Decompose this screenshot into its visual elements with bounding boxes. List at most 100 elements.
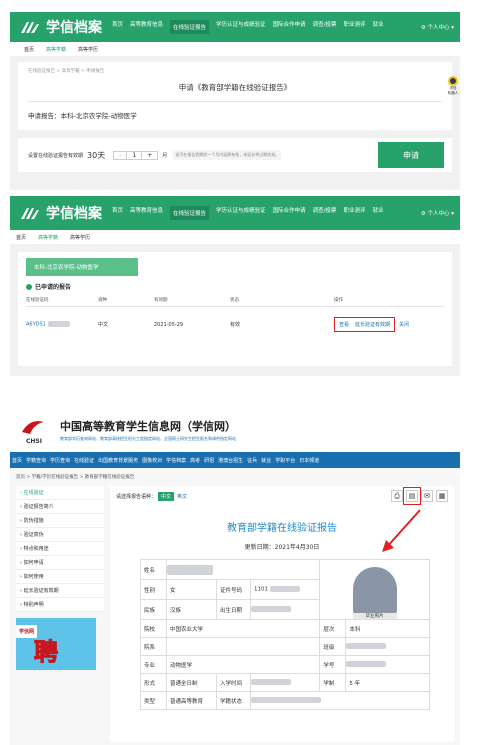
nav-item-1[interactable]: 高等教育信息 xyxy=(130,20,163,34)
stepper-minus-button[interactable]: - xyxy=(114,151,128,159)
type-label: 类型 xyxy=(140,691,167,710)
chsi-nav-item-4[interactable]: 出国教育背景服务 xyxy=(98,457,138,464)
class-value xyxy=(345,637,430,656)
form-label: 形式 xyxy=(140,673,167,692)
nav-item-0[interactable]: 首页 xyxy=(112,206,123,220)
redacted-text xyxy=(47,321,70,328)
tab-degree[interactable]: 高等学历 xyxy=(78,46,98,53)
user-menu[interactable]: ⚙ 个人中心 ▾ xyxy=(421,209,460,217)
sidebar-item-8[interactable]: › 特别声明 xyxy=(16,598,104,612)
main-nav: 首页 高等教育信息 在线验证报告 学历认证与成绩验证 国际合作申请 调查/投票 职业测评 就业 xyxy=(112,20,383,34)
tab-home[interactable]: 首页 xyxy=(16,234,26,241)
chsi-nav-item-10[interactable]: 征兵 xyxy=(247,457,257,464)
tab-sub-home[interactable]: 首页 xyxy=(24,46,34,53)
chsi-nav-item-7[interactable]: 高考 xyxy=(190,457,200,464)
table-row: A6YDS1 中文 2021-05-29 有效 查看 延长验证有效期 关闭 xyxy=(26,317,444,332)
nav-item-2[interactable]: 在线验证报告 xyxy=(170,20,210,34)
apply-button[interactable]: 申请 xyxy=(378,142,444,168)
save-icon[interactable]: ▤ xyxy=(403,487,421,505)
sidebar-item-7[interactable]: › 延长验证有效期 xyxy=(16,584,104,598)
report-tools: ⎙ ▤ ✉ ▦ xyxy=(391,487,448,505)
nav-item-5[interactable]: 调查/投票 xyxy=(313,20,337,34)
xuexin-logo[interactable]: 学信档案 xyxy=(20,203,102,223)
chsi-nav-item-12[interactable]: 学职平台 xyxy=(275,457,295,464)
xuexin-logo-icon xyxy=(21,208,39,219)
sidebar-item-label: 验证真伪 xyxy=(23,532,44,538)
report-label: 申请报告：本科-北京农学院-动物医学 xyxy=(28,101,442,120)
sidebar-item-6[interactable]: › 如何使用 xyxy=(16,570,104,584)
ad-text: 聘 xyxy=(34,638,59,667)
nav-item-7[interactable]: 就业 xyxy=(372,20,383,34)
gender-value: 女 xyxy=(166,579,217,600)
close-link[interactable]: 关闭 xyxy=(399,321,409,328)
sidebar-item-4[interactable]: › 特点和用途 xyxy=(16,542,104,556)
stepper-plus-button[interactable]: + xyxy=(141,151,157,159)
extend-validity-link[interactable]: 延长验证有效期 xyxy=(355,321,390,328)
breadcrumb: 在线验证报告 > 高等学籍 > 申请报告 xyxy=(28,69,105,74)
birth-value xyxy=(249,599,321,620)
chsi-nav-item-2[interactable]: 学历查询 xyxy=(50,457,70,464)
nav-item-4[interactable]: 国际合作申请 xyxy=(273,206,306,220)
validity-value: 30天 xyxy=(87,150,106,160)
sidebar-item-5[interactable]: › 如何申请 xyxy=(16,556,104,570)
view-link[interactable]: 查看 xyxy=(339,321,349,328)
verify-code-link[interactable]: A6YDS1 xyxy=(26,321,98,328)
sidebar-item-3[interactable]: › 验证真伪 xyxy=(16,528,104,542)
top-nav: 学信档案 首页 高等教育信息 在线验证报告 学历认证与成绩验证 国际合作申请 调查/投票职… xyxy=(10,12,460,42)
robot-icon xyxy=(448,76,458,86)
lang-english-button[interactable]: 英文 xyxy=(174,492,190,501)
chsi-nav-item-8[interactable]: 研招 xyxy=(204,457,214,464)
nav-item-4[interactable]: 国际合作申请 xyxy=(273,20,306,34)
chsi-nav-item-0[interactable]: 首页 xyxy=(12,457,22,464)
sidebar-item-1[interactable]: › 验证报告简介 xyxy=(16,500,104,514)
tab-degree[interactable]: 高等学历 xyxy=(70,234,90,241)
mail-icon[interactable]: ✉ xyxy=(421,490,433,502)
chsi-nav-item-6[interactable]: 学信档案 xyxy=(166,457,186,464)
photo-cell: 毕业照片 xyxy=(319,559,430,620)
nav-item-6[interactable]: 职业测评 xyxy=(343,20,365,34)
sidebar-item-2[interactable]: › 防伪措施 xyxy=(16,514,104,528)
month-stepper[interactable]: - 1 + xyxy=(113,150,159,160)
section-title-text: 已申请的报告 xyxy=(35,284,72,291)
xuexin-logo[interactable]: 学信档案 xyxy=(20,17,102,37)
nav-item-1[interactable]: 高等教育信息 xyxy=(130,206,163,220)
stepper-value[interactable]: 1 xyxy=(127,152,141,159)
chsi-nav-item-9[interactable]: 港澳台招生 xyxy=(218,457,243,464)
chsi-nav-item-1[interactable]: 学籍查询 xyxy=(26,457,46,464)
chsi-nav-item-13[interactable]: 日本频道 xyxy=(299,457,319,464)
page-title: 申请《教育部学籍在线验证报告》 xyxy=(178,83,292,92)
sub-nav: 首页 高等学籍 高等学历 xyxy=(10,42,460,56)
nav-item-2[interactable]: 在线验证报告 xyxy=(170,206,210,220)
nav-item-0[interactable]: 首页 xyxy=(112,20,123,34)
table-header: 在线验证码 语种 有效期 状态 操作 xyxy=(26,297,444,307)
robot-label: 学信 机器人 xyxy=(447,86,459,95)
student-info-table: 姓名 毕业照片 性别 女 证件号码 1101 民族 汉族 出生日期 院校 中国农… xyxy=(140,559,430,710)
status-value xyxy=(250,691,430,710)
validity-hint: 该可在报告到期前一个月内延期有效，未延长将过期失效。 xyxy=(173,150,282,160)
nav-item-3[interactable]: 学历认证与成绩验证 xyxy=(216,206,266,220)
report-page: 首页 > 学籍/学历在线验证报告 > 教育部学籍在线验证报告 › 在线验证 › 验… xyxy=(10,468,460,745)
form-value: 普通全日制 xyxy=(166,673,217,692)
tab-enrollment[interactable]: 高等学籍 xyxy=(38,234,58,241)
verify-code[interactable]: A6YDS1 xyxy=(26,322,46,328)
print-icon[interactable]: ⎙ xyxy=(391,490,403,502)
nav-item-7[interactable]: 就业 xyxy=(372,206,383,220)
nav-item-3[interactable]: 学历认证与成绩验证 xyxy=(216,20,266,34)
major-value: 动物医学 xyxy=(165,655,321,674)
lang-chinese-button[interactable]: 中文 xyxy=(158,492,175,501)
chsi-nav-item-3[interactable]: 在线验证 xyxy=(74,457,94,464)
sidebar-item-0[interactable]: › 在线验证 xyxy=(16,486,104,500)
tab-enrollment[interactable]: 高等学籍 xyxy=(46,46,66,53)
chsi-nav-item-5[interactable]: 图像校对 xyxy=(142,457,162,464)
nav-item-5[interactable]: 调查/投票 xyxy=(313,206,337,220)
robot-widget[interactable]: 学信 机器人 xyxy=(446,76,460,96)
recruit-ad[interactable]: 学信网 聘 xyxy=(16,618,96,670)
nav-item-6[interactable]: 职业测评 xyxy=(343,206,365,220)
chsi-nav-item-11[interactable]: 就业 xyxy=(261,457,271,464)
gender-label: 性别 xyxy=(140,579,167,600)
col-expiry: 有效期 xyxy=(154,298,168,303)
entry-value xyxy=(249,673,321,692)
qrcode-icon[interactable]: ▦ xyxy=(436,490,448,502)
chsi-logo[interactable]: CHSI xyxy=(20,418,50,445)
user-menu[interactable]: ⚙ 个人中心 ▾ xyxy=(421,23,460,31)
